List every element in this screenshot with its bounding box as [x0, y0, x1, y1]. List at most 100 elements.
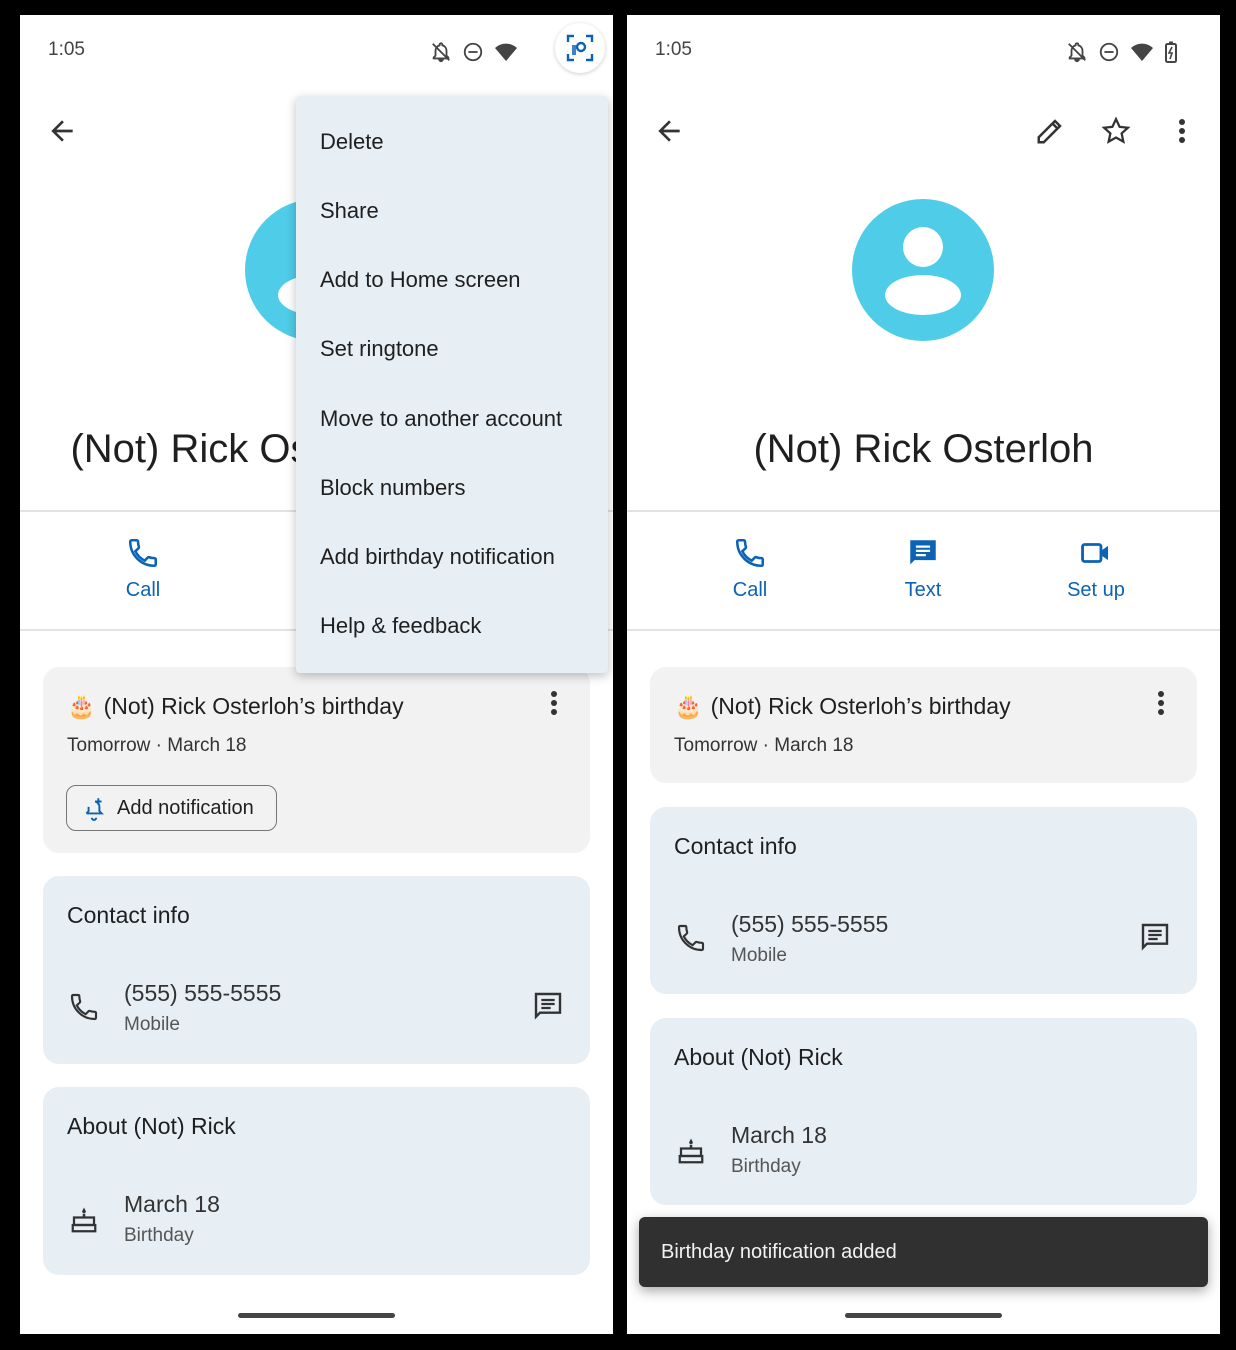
status-time: 1:05: [655, 39, 692, 60]
menu-item-share[interactable]: Share: [320, 198, 379, 224]
setup-label: Set up: [1067, 579, 1125, 601]
cake-row-icon: [67, 1203, 101, 1237]
menu-item-block-numbers[interactable]: Block numbers: [320, 475, 466, 501]
call-action[interactable]: Call: [83, 535, 203, 602]
person-icon: [885, 227, 961, 315]
call-label: Call: [125, 579, 161, 601]
phone-row-icon: [674, 921, 708, 955]
menu-item-add-to-home-screen[interactable]: Add to Home screen: [320, 267, 521, 293]
wifi-icon: [495, 43, 517, 61]
more-vert-icon: [551, 691, 557, 715]
contact-avatar: [852, 199, 994, 341]
contact-info-card: Contact info (555) 555-5555 Mobile: [43, 876, 590, 1064]
birthday-subtitle: Tomorrow · March 18: [674, 735, 854, 756]
star-icon: [1101, 116, 1131, 144]
phone-icon: [128, 538, 158, 568]
phone-type: Mobile: [124, 1014, 180, 1035]
about-heading: About (Not) Rick: [67, 1113, 236, 1139]
menu-item-help-feedback[interactable]: Help & feedback: [320, 613, 481, 639]
call-action[interactable]: Call: [690, 535, 810, 602]
birthday-title-text: (Not) Rick Osterloh’s birthday: [103, 693, 404, 719]
status-time: 1:05: [48, 39, 85, 60]
back-button[interactable]: [46, 115, 78, 147]
battery-icon: [1165, 41, 1177, 63]
message-icon: [1141, 923, 1169, 951]
status-bar-icons: [1066, 37, 1178, 67]
video-icon: [1081, 543, 1109, 563]
favorite-button[interactable]: [1096, 111, 1136, 151]
snackbar: Birthday notification added: [639, 1217, 1208, 1287]
bell-off-icon: [432, 42, 450, 63]
message-button[interactable]: [1137, 919, 1173, 955]
message-button[interactable]: [530, 988, 566, 1024]
contact-info-heading: Contact info: [67, 902, 190, 928]
gesture-nav-handle[interactable]: [845, 1313, 1002, 1318]
call-label: Call: [732, 579, 768, 601]
edit-button[interactable]: [1030, 111, 1070, 151]
screen-lens-button[interactable]: [555, 23, 605, 73]
text-action[interactable]: Text: [863, 535, 983, 602]
more-vert-icon: [1158, 691, 1164, 715]
more-vert-icon: [1179, 119, 1185, 143]
phone-icon: [677, 924, 705, 952]
divider: [627, 629, 1220, 631]
setup-video-action[interactable]: Set up: [1036, 535, 1156, 602]
back-arrow-icon: [658, 120, 680, 142]
about-heading: About (Not) Rick: [674, 1044, 843, 1070]
more-options-button[interactable]: [1162, 111, 1202, 151]
birthday-date: March 18: [731, 1122, 827, 1148]
toolbar-actions: [1030, 111, 1202, 151]
contact-info-card: Contact info (555) 555-5555 Mobile: [650, 807, 1197, 994]
edit-pencil-icon: [1037, 119, 1062, 144]
do-not-disturb-icon: [1099, 42, 1119, 62]
wifi-icon: [1131, 43, 1153, 61]
cake-emoji: 🎂: [67, 693, 96, 719]
quick-actions: Call Text Set up: [627, 535, 1220, 625]
birthday-title: 🎂 (Not) Rick Osterloh’s birthday: [67, 693, 404, 720]
birthday-title: 🎂 (Not) Rick Osterloh’s birthday: [674, 693, 1011, 720]
status-bar-icons: [430, 37, 518, 67]
birthday-card: 🎂 (Not) Rick Osterloh’s birthday Tomorro…: [650, 667, 1197, 783]
cake-emoji: 🎂: [674, 693, 703, 719]
do-not-disturb-icon: [463, 42, 483, 62]
about-card: About (Not) Rick March 18 Birthday: [43, 1087, 590, 1275]
overflow-menu: Delete Share Add to Home screen Set ring…: [296, 96, 608, 673]
left-phone-screen: 1:05 (Not) Rick Osterloh Call 🎂 (Not) Ri…: [20, 15, 613, 1334]
snackbar-message: Birthday notification added: [661, 1241, 897, 1263]
birthday-title-text: (Not) Rick Osterloh’s birthday: [710, 693, 1011, 719]
add-notification-label: Add notification: [117, 796, 254, 819]
bell-off-icon: [1068, 42, 1086, 63]
contact-name: (Not) Rick Osterloh: [753, 427, 1094, 471]
birthday-date: March 18: [124, 1191, 220, 1217]
message-icon: [910, 540, 936, 565]
birthday-card: 🎂 (Not) Rick Osterloh’s birthday Tomorro…: [43, 667, 590, 853]
birthday-more-button[interactable]: [540, 689, 568, 717]
message-icon: [534, 992, 562, 1020]
back-arrow-icon: [51, 120, 73, 142]
right-phone-screen: 1:05 (Not) Rick Osterloh Call Text Set u…: [627, 15, 1220, 1334]
birthday-label: Birthday: [731, 1156, 801, 1177]
text-label: Text: [904, 579, 942, 601]
menu-item-move-account[interactable]: Move to another account: [320, 406, 562, 432]
back-button[interactable]: [653, 115, 685, 147]
contact-info-heading: Contact info: [674, 833, 797, 859]
cake-icon: [71, 1207, 97, 1233]
menu-item-delete[interactable]: Delete: [320, 129, 384, 155]
add-alert-icon: [85, 798, 104, 821]
menu-item-add-birthday-notification[interactable]: Add birthday notification: [320, 544, 555, 570]
add-notification-button[interactable]: Add notification: [66, 785, 277, 831]
about-card: About (Not) Rick March 18 Birthday: [650, 1018, 1197, 1205]
cake-row-icon: [674, 1134, 708, 1168]
phone-icon: [735, 538, 765, 568]
cake-icon: [678, 1138, 704, 1164]
screen-lens-icon: [566, 34, 594, 62]
phone-number[interactable]: (555) 555-5555: [731, 911, 888, 938]
birthday-more-button[interactable]: [1147, 689, 1175, 717]
birthday-subtitle: Tomorrow · March 18: [67, 735, 247, 756]
menu-item-set-ringtone[interactable]: Set ringtone: [320, 336, 439, 362]
phone-type: Mobile: [731, 945, 787, 966]
divider: [627, 510, 1220, 512]
phone-number[interactable]: (555) 555-5555: [124, 980, 281, 1007]
phone-row-icon: [67, 990, 101, 1024]
gesture-nav-handle[interactable]: [238, 1313, 395, 1318]
